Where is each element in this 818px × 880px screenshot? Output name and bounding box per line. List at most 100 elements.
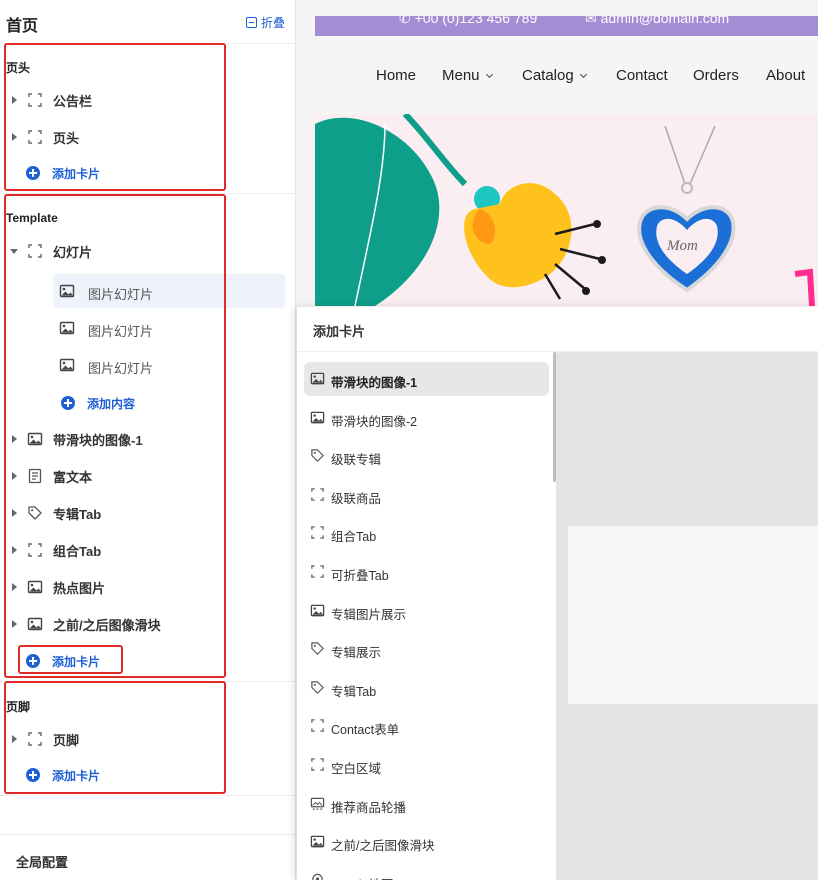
image-icon bbox=[59, 357, 75, 373]
tree-item-header[interactable]: 页头 bbox=[0, 120, 296, 154]
expand-caret-icon[interactable] bbox=[12, 735, 17, 743]
add-card-button-footer[interactable]: 添加卡片 bbox=[26, 765, 100, 785]
leaf-shape bbox=[315, 117, 440, 306]
tree-item-before-after-slider[interactable]: 之前/之后图像滑块 bbox=[0, 607, 296, 641]
map-pin-icon bbox=[310, 873, 325, 880]
card-option[interactable]: 专辑展示 bbox=[304, 632, 549, 666]
email-text: ✉ admin@domain.com bbox=[585, 16, 730, 26]
card-preview-area bbox=[556, 352, 818, 880]
dashed-square-icon bbox=[310, 757, 325, 772]
add-card-button-header[interactable]: 添加卡片 bbox=[26, 163, 100, 183]
tree-subitem-image-slide[interactable]: 图片幻灯片 bbox=[53, 274, 285, 308]
card-option[interactable]: Contact表单 bbox=[304, 709, 549, 743]
card-option[interactable]: google地图 bbox=[304, 864, 549, 880]
expand-caret-icon[interactable] bbox=[12, 472, 17, 480]
section-divider bbox=[0, 193, 296, 194]
tree-subitem-image-slide[interactable]: 图片幻灯片 bbox=[53, 348, 285, 382]
tree-item-label: 带滑块的图像-1 bbox=[53, 432, 143, 448]
tree-item-label: 公告栏 bbox=[53, 93, 93, 109]
global-config-link[interactable]: 全局配置 bbox=[16, 852, 68, 871]
expand-caret-icon[interactable] bbox=[12, 546, 17, 554]
collapse-caret-icon[interactable] bbox=[10, 248, 18, 254]
image-icon bbox=[27, 616, 43, 632]
image-icon bbox=[310, 834, 325, 849]
popup-title: 添加卡片 bbox=[313, 324, 366, 339]
page-title: 首页 bbox=[6, 18, 39, 35]
tag-icon bbox=[310, 448, 325, 463]
page-structure-sidebar: 首页 折叠 页头 公告栏 页头 添加卡片 Template 幻灯片 图片幻灯片 … bbox=[0, 0, 296, 880]
pink-stroke bbox=[794, 268, 815, 306]
card-option-label: 带滑块的图像-2 bbox=[331, 414, 418, 429]
tree-item-label: 之前/之后图像滑块 bbox=[53, 617, 161, 633]
tree-subitem-label: 图片幻灯片 bbox=[88, 287, 154, 302]
nav-about[interactable]: About bbox=[766, 67, 805, 84]
tree-subitem-image-slide[interactable]: 图片幻灯片 bbox=[53, 311, 285, 345]
expand-caret-icon[interactable] bbox=[12, 509, 17, 517]
plus-circle-icon bbox=[26, 166, 40, 180]
card-option[interactable]: 组合Tab bbox=[304, 516, 549, 550]
nav-catalog[interactable]: Catalog bbox=[522, 67, 587, 84]
tree-item-footer[interactable]: 页脚 bbox=[0, 722, 296, 756]
expand-caret-icon[interactable] bbox=[12, 96, 17, 104]
card-option-label: 空白区域 bbox=[331, 762, 382, 776]
nav-orders[interactable]: Orders bbox=[693, 67, 739, 84]
tree-item-slideshow[interactable]: 幻灯片 bbox=[0, 234, 296, 268]
pendant-bail bbox=[681, 182, 693, 194]
tree-item-label: 页头 bbox=[53, 130, 80, 146]
nav-menu[interactable]: Menu bbox=[442, 67, 493, 84]
tag-icon bbox=[310, 641, 325, 656]
section-divider bbox=[0, 795, 296, 796]
card-option[interactable]: 之前/之后图像滑块 bbox=[304, 825, 549, 859]
section-divider bbox=[0, 834, 296, 835]
tree-item-combo-tab[interactable]: 组合Tab bbox=[0, 533, 296, 567]
image-icon bbox=[310, 371, 325, 386]
stamen-dot bbox=[582, 287, 590, 295]
dashed-square-icon bbox=[27, 731, 43, 747]
image-icon bbox=[27, 579, 43, 595]
collapse-icon bbox=[245, 17, 257, 28]
plus-circle-icon bbox=[61, 396, 75, 410]
collapse-button[interactable]: 折叠 bbox=[245, 14, 285, 31]
expand-caret-icon[interactable] bbox=[12, 133, 17, 141]
card-option[interactable]: 专辑图片展示 bbox=[304, 594, 549, 628]
nav-home[interactable]: Home bbox=[376, 67, 416, 84]
card-option[interactable]: 级联专辑 bbox=[304, 439, 549, 473]
tree-item-announcement-bar[interactable]: 公告栏 bbox=[0, 83, 296, 117]
card-option-label: 专辑展示 bbox=[331, 646, 382, 661]
sidebar-header: 首页 折叠 bbox=[0, 0, 295, 44]
tree-item-hotspot-image[interactable]: 热点图片 bbox=[0, 570, 296, 604]
necklace-chain bbox=[664, 125, 716, 185]
nav-contact[interactable]: Contact bbox=[616, 67, 668, 84]
card-option[interactable]: 空白区域 bbox=[304, 748, 549, 782]
card-option[interactable]: 推荐商品轮播 bbox=[304, 787, 549, 821]
tag-icon bbox=[310, 680, 325, 695]
add-content-button[interactable]: 添加内容 bbox=[61, 393, 135, 413]
card-option[interactable]: 专辑Tab bbox=[304, 671, 549, 705]
expand-caret-icon[interactable] bbox=[12, 583, 17, 591]
tree-item-album-tab[interactable]: 专辑Tab bbox=[0, 496, 296, 530]
card-option[interactable]: 级联商品 bbox=[304, 478, 549, 512]
card-option-label: 级联商品 bbox=[331, 491, 382, 506]
card-option[interactable]: 带滑块的图像-2 bbox=[304, 401, 549, 435]
tree-item-label: 富文本 bbox=[53, 469, 93, 485]
tree-item-image-with-slider[interactable]: 带滑块的图像-1 bbox=[0, 422, 296, 456]
card-option[interactable]: 可折叠Tab bbox=[304, 555, 549, 589]
card-option[interactable]: 带滑块的图像-1 bbox=[304, 362, 549, 396]
tree-item-label: 组合Tab bbox=[53, 543, 102, 559]
hero-slideshow: Mom bbox=[315, 114, 818, 306]
card-option-label: 带滑块的图像-1 bbox=[331, 376, 418, 390]
dashed-square-icon bbox=[310, 525, 325, 540]
add-content-label: 添加内容 bbox=[87, 396, 136, 411]
tree-item-rich-text[interactable]: 富文本 bbox=[0, 459, 296, 493]
card-type-list[interactable]: 带滑块的图像-1 带滑块的图像-2 级联专辑级联商品组合Tab 可折叠Tab 专辑图片展… bbox=[297, 352, 555, 880]
card-option-label: 可折叠Tab bbox=[331, 569, 389, 583]
image-icon bbox=[59, 320, 75, 336]
expand-caret-icon[interactable] bbox=[12, 620, 17, 628]
add-card-button-template[interactable]: 添加卡片 bbox=[26, 651, 100, 671]
dashed-square-icon bbox=[310, 564, 325, 579]
dashed-square-icon bbox=[310, 718, 325, 733]
expand-caret-icon[interactable] bbox=[12, 435, 17, 443]
section-label-template: Template bbox=[6, 211, 58, 225]
dashed-square-icon bbox=[27, 542, 43, 558]
collapse-label: 折叠 bbox=[260, 16, 285, 30]
